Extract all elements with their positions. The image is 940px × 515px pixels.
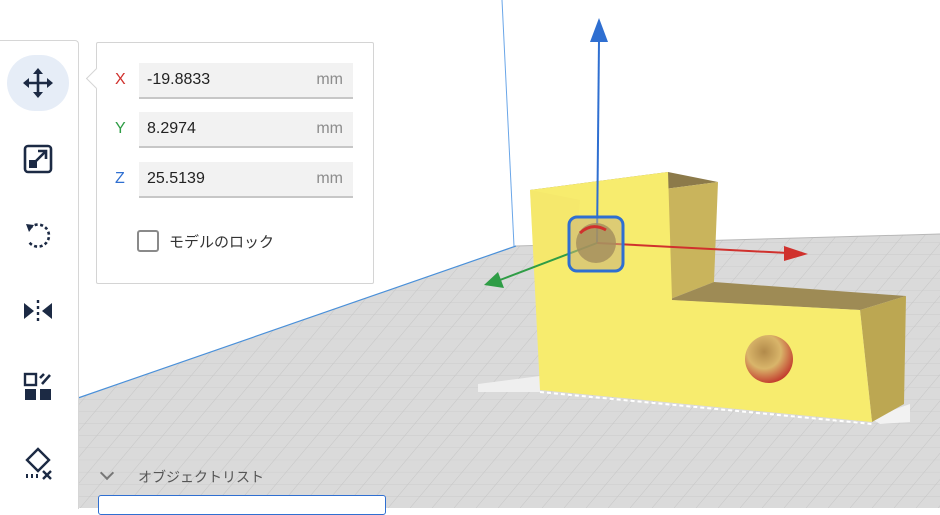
z-arrow-icon[interactable] [590, 18, 608, 42]
tool-sidebar [0, 40, 79, 509]
per-model-settings-button[interactable] [7, 359, 69, 415]
gizmo-center-sphere [576, 223, 616, 263]
move-tool-panel: X -19.8833 mm Y 8.2974 mm Z 25.5139 mm モ… [85, 42, 374, 284]
move-icon [23, 68, 53, 98]
z-label: Z [115, 170, 125, 187]
y-label: Y [115, 120, 126, 137]
z-unit: mm [316, 170, 343, 187]
y-unit: mm [316, 120, 343, 137]
support-blocker-button[interactable] [7, 435, 69, 491]
model-l-bracket[interactable] [530, 172, 906, 422]
per-model-settings-icon [23, 372, 51, 400]
support-blocker-icon [25, 447, 52, 480]
x-input[interactable]: -19.8833 mm [139, 63, 353, 99]
rotate-tool-button[interactable] [7, 207, 69, 263]
x-value: -19.8833 [147, 71, 211, 88]
build-volume-edge [501, 0, 515, 247]
object-list-panel[interactable] [98, 495, 386, 515]
y-input[interactable]: 8.2974 mm [139, 112, 353, 148]
y-value: 8.2974 [147, 120, 196, 137]
z-input[interactable]: 25.5139 mm [139, 162, 353, 198]
z-row: Z 25.5139 mm [97, 162, 373, 202]
mirror-icon [24, 300, 52, 322]
rotate-icon [26, 223, 51, 248]
x-label: X [115, 71, 126, 88]
move-tool-button[interactable] [7, 55, 69, 111]
y-row: Y 8.2974 mm [97, 112, 373, 152]
lock-model-checkbox[interactable] [137, 230, 159, 252]
scale-tool-button[interactable] [7, 131, 69, 187]
scale-icon [23, 144, 53, 174]
lock-model-label: モデルのロック [169, 233, 275, 251]
hole-feature [745, 335, 793, 383]
x-row: X -19.8833 mm [97, 63, 373, 103]
object-list-title: オブジェクトリスト [138, 470, 264, 486]
mirror-tool-button[interactable] [7, 283, 69, 339]
z-value: 25.5139 [147, 170, 205, 187]
x-unit: mm [316, 71, 343, 88]
